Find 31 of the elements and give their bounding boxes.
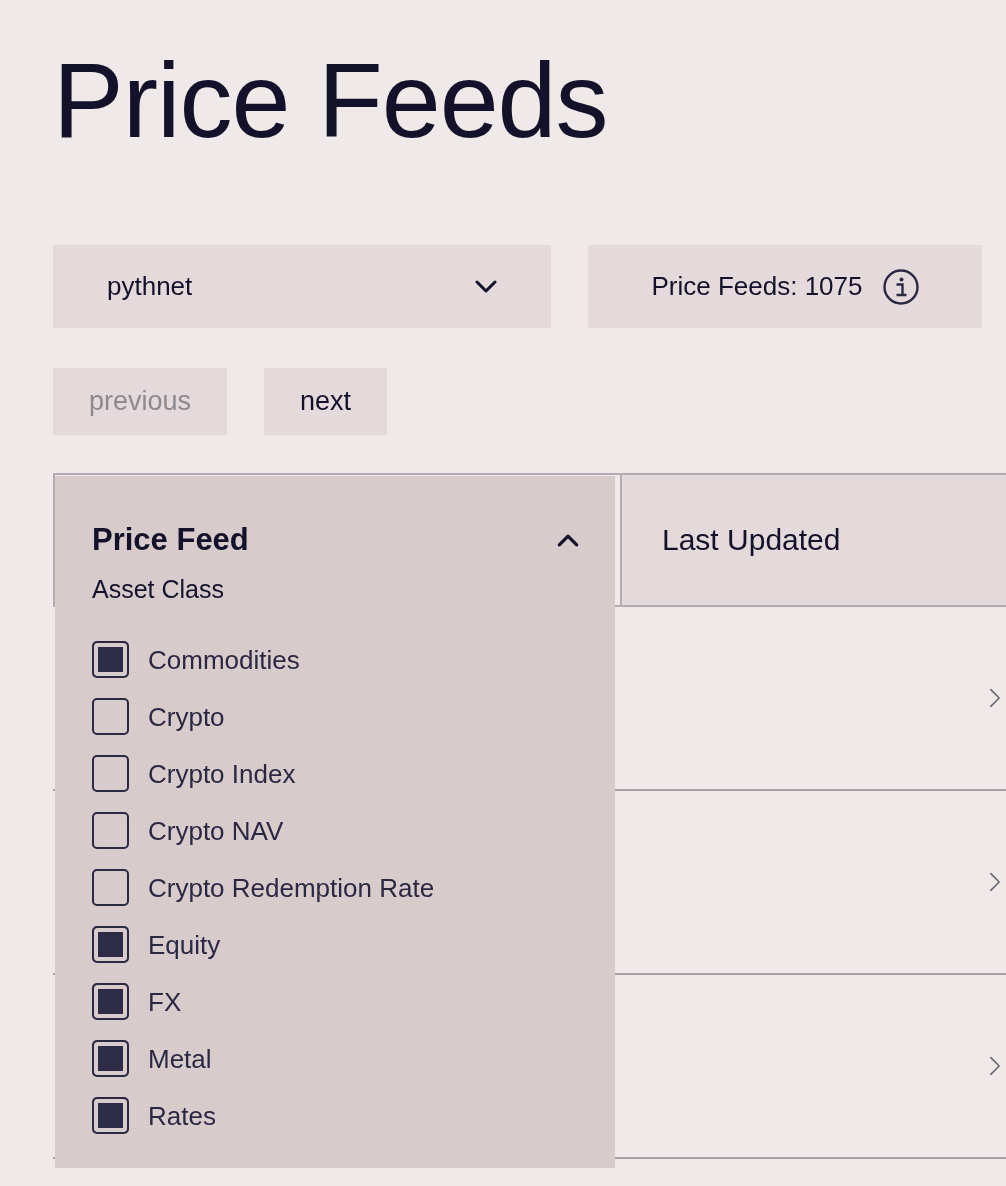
checkbox[interactable] [92, 641, 129, 678]
column-menu-toggle[interactable]: Price Feed [92, 522, 579, 558]
chevron-down-icon [475, 280, 497, 293]
network-select[interactable]: pythnet [53, 245, 551, 328]
info-icon[interactable] [882, 268, 919, 305]
checkbox[interactable] [92, 983, 129, 1020]
option-label: Crypto NAV [148, 814, 284, 847]
chevron-up-icon [557, 533, 579, 547]
option-label: Equity [148, 928, 221, 961]
chevron-right-icon[interactable] [989, 688, 1001, 708]
option-label: Metal [148, 1042, 212, 1075]
option-label: Commodities [148, 643, 300, 676]
option-label: Crypto Redemption Rate [148, 871, 435, 904]
checkbox[interactable] [92, 812, 129, 849]
feed-count-text: Price Feeds: 1075 [651, 271, 863, 302]
chevron-right-icon[interactable] [989, 872, 1001, 892]
option-label: FX [148, 985, 182, 1018]
option-label: Rates [148, 1099, 216, 1132]
filter-group-label: Asset Class [92, 574, 224, 604]
checkbox[interactable] [92, 1097, 129, 1134]
checkbox[interactable] [92, 926, 129, 963]
checkbox[interactable] [92, 755, 129, 792]
checkbox[interactable] [92, 1040, 129, 1077]
option-label: Crypto Index [148, 757, 296, 790]
page-title: Price Feeds [53, 40, 608, 160]
checkbox[interactable] [92, 869, 129, 906]
column-header: Last Updated [620, 475, 1006, 605]
chevron-right-icon[interactable] [989, 1056, 1001, 1076]
option-label: Crypto [148, 700, 225, 733]
checkbox[interactable] [92, 698, 129, 735]
next-button[interactable]: next [264, 368, 388, 435]
